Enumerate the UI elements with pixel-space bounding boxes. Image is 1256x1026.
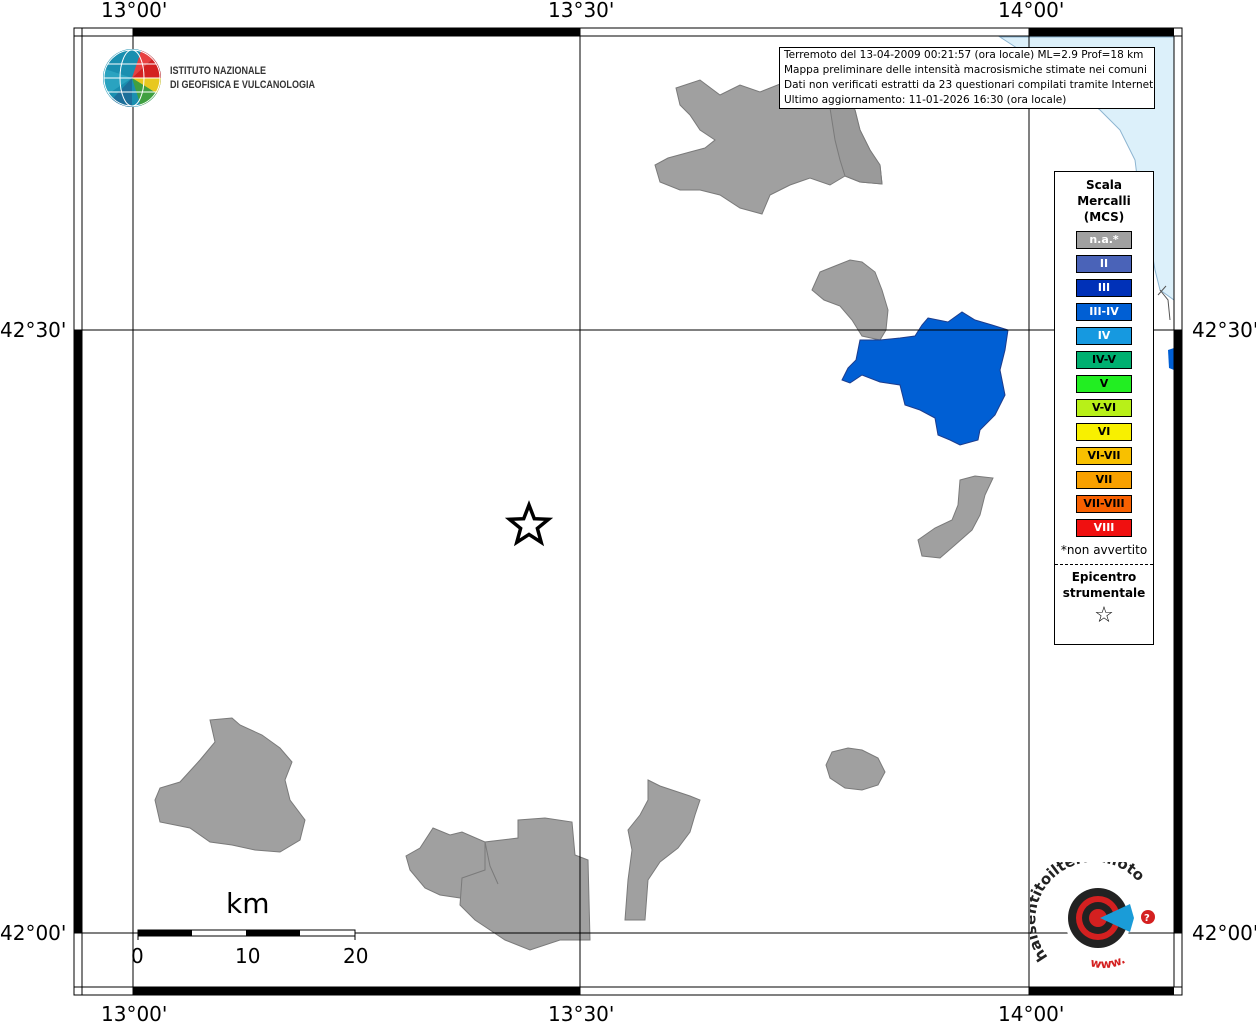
municipality-central: [811, 259, 889, 341]
municipality-east: [917, 475, 994, 559]
legend-item: IV: [1076, 327, 1132, 345]
municipality-south-mid: [459, 817, 591, 951]
scale-label-20: 20: [343, 944, 369, 968]
legend-epicenter-line1: Epicentro: [1071, 570, 1137, 584]
legend-item: VI-VII: [1076, 447, 1132, 465]
legend-title: Scala Mercalli (MCS): [1055, 177, 1153, 225]
haisentito-logo-icon: ? haisentitoilterremoto.it www.: [1030, 862, 1155, 971]
epicenter-star-icon: [504, 500, 554, 547]
ingv-name-line1: ISTITUTO NAZIONALE: [170, 65, 267, 77]
legend-item: V-VI: [1076, 399, 1132, 417]
scale-unit: km: [226, 887, 270, 920]
svg-text:?: ?: [1144, 913, 1150, 924]
map-frame: [73, 27, 1183, 996]
ingv-name-line2: DI GEOFISICA E VULCANOLOGIA: [170, 79, 315, 91]
legend-epicenter-line2: strumentale: [1062, 586, 1146, 600]
lon-tick-top-1300: 13°00': [101, 0, 168, 22]
lon-tick-bottom-1330: 13°30': [548, 1002, 615, 1026]
lon-tick-bottom-1300: 13°00': [101, 1002, 168, 1026]
ingv-logo: ISTITUTO NAZIONALE DI GEOFISICA E VULCAN…: [102, 48, 362, 110]
legend-note: *non avvertito: [1060, 543, 1148, 557]
event-info-line2: Mappa preliminare delle intensità macros…: [784, 64, 1147, 76]
legend-item: III: [1076, 279, 1132, 297]
svg-text:www.: www.: [1089, 952, 1127, 971]
event-info-line1: Terremoto del 13-04-2009 00:21:57 (ora l…: [784, 49, 1144, 61]
legend-item: II: [1076, 255, 1132, 273]
lon-tick-bottom-1400: 14°00': [998, 1002, 1065, 1026]
legend-title-line2: Mercalli: [1077, 194, 1131, 208]
event-info-line3: Dati non verificati estratti da 23 quest…: [784, 79, 1155, 91]
lat-tick-right-4230: 42°30': [1192, 318, 1256, 342]
lon-tick-top-1330: 13°30': [548, 0, 615, 22]
mcs-legend: Scala Mercalli (MCS) n.a.* II III III-IV IV I…: [1054, 171, 1154, 645]
legend-item: VII-VIII: [1076, 495, 1132, 513]
legend-title-line1: Scala: [1085, 178, 1123, 192]
ingv-globe-icon: [103, 49, 161, 107]
municipality-south-right: [624, 779, 701, 921]
municipality-intensity-iii-iv-small: [1168, 348, 1174, 370]
scale-label-0: 0: [131, 944, 144, 968]
scale-label-10: 10: [235, 944, 261, 968]
legend-star-icon: ☆: [1094, 603, 1114, 628]
haisentito-logo-www: www.: [1089, 952, 1127, 971]
legend-item: VII: [1076, 471, 1132, 489]
lat-tick-left-4230: 42°30': [0, 318, 67, 342]
legend-item: VIII: [1076, 519, 1132, 537]
lat-tick-right-4200: 42°00': [1192, 921, 1256, 945]
event-info-line4: Ultimo aggiornamento: 11-01-2026 16:30 (…: [784, 94, 1067, 106]
scale-bar: [137, 929, 356, 940]
legend-item: IV-V: [1076, 351, 1132, 369]
legend-divider: [1055, 564, 1153, 565]
legend-items: n.a.* II III III-IV IV IV-V V V-VI VI VI-VII VII VI…: [1055, 231, 1153, 537]
legend-title-line3: (MCS): [1083, 210, 1125, 224]
legend-item: n.a.*: [1076, 231, 1132, 249]
not-felt-municipalities: [154, 79, 994, 951]
lon-tick-top-1400: 14°00': [998, 0, 1065, 22]
legend-item: III-IV: [1076, 303, 1132, 321]
event-info-box: Terremoto del 13-04-2009 00:21:57 (ora l…: [779, 47, 1155, 109]
legend-epicenter-label: Epicentro strumentale: [1055, 569, 1153, 601]
legend-item: V: [1076, 375, 1132, 393]
ingv-name: ISTITUTO NAZIONALE DI GEOFISICA E VULCAN…: [170, 64, 315, 92]
legend-item: VI: [1076, 423, 1132, 441]
lat-tick-left-4200: 42°00': [0, 921, 67, 945]
municipality-southwest: [154, 717, 306, 853]
graticule: [75, 28, 1182, 995]
municipality-southeast: [825, 747, 886, 791]
